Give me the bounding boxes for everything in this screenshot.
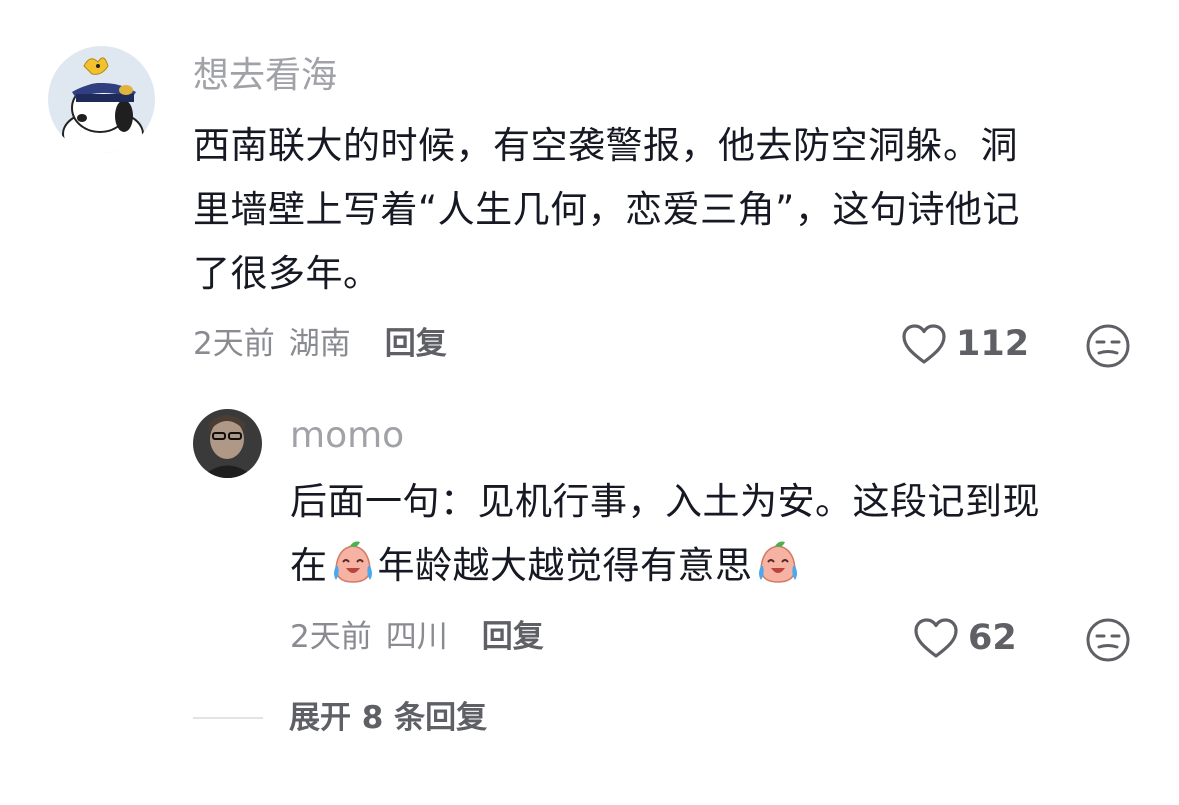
comment-like-button[interactable]: 112	[900, 322, 1029, 366]
comment-like-count: 112	[956, 324, 1030, 364]
comment-text-line: 里墙壁上写着“人生几何，恋爱三角”，这句诗他记	[193, 188, 1020, 231]
comment-dislike-button[interactable]	[1084, 322, 1132, 374]
reply-text-line: 后面一句：见机行事，入土为安。这段记到现	[290, 480, 1040, 523]
crying-laughing-peach-emoji	[333, 541, 372, 583]
heart-outline-icon	[914, 618, 958, 658]
comment-text-line: 西南联大的时候，有空袭警报，他去防空洞躲。洞	[193, 124, 1018, 167]
comment-meta: 2天前 湖南 回复	[193, 324, 447, 364]
reply-text-line: 在 年龄越大越觉得有意思	[290, 534, 1150, 598]
crying-laughing-emoji	[753, 538, 803, 588]
person-photo-avatar-image	[193, 409, 262, 478]
reply-text-segment: 年龄越大越觉得有意思	[377, 544, 753, 587]
comment-time: 2天前	[193, 326, 275, 362]
meh-face-icon	[1086, 324, 1130, 368]
expand-divider	[193, 717, 263, 719]
meh-face-icon	[1086, 618, 1130, 662]
crying-laughing-peach-emoji	[758, 541, 797, 583]
comment-username[interactable]: 想去看海	[193, 54, 337, 98]
comment-avatar[interactable]	[48, 46, 155, 153]
reply-meta: 2天前 四川 回复	[290, 617, 544, 657]
reply-reply-button[interactable]: 回复	[482, 617, 544, 657]
crying-laughing-emoji	[328, 538, 378, 588]
reply-like-count: 62	[968, 618, 1017, 658]
reply-dislike-button[interactable]	[1084, 616, 1132, 668]
comment-text: 西南联大的时候，有空袭警报，他去防空洞躲。洞 里墙壁上写着“人生几何，恋爱三角”…	[193, 114, 1143, 306]
reply-username[interactable]: momo	[290, 414, 404, 458]
reply-location: 四川	[385, 619, 448, 655]
comment-location: 湖南	[288, 326, 351, 362]
comment-reply-button[interactable]: 回复	[385, 324, 447, 364]
expand-replies-label: 展开 8 条回复	[289, 700, 488, 736]
comment-text-line: 了很多年。	[193, 252, 381, 295]
reply-like-button[interactable]: 62	[912, 616, 1017, 660]
snoopy-avatar-image	[48, 46, 155, 153]
expand-replies-button[interactable]: 展开 8 条回复	[193, 698, 487, 738]
reply-avatar[interactable]	[193, 409, 262, 478]
reply-text-segment: 在	[290, 544, 328, 587]
reply-time: 2天前	[290, 619, 372, 655]
reply-text: 后面一句：见机行事，入土为安。这段记到现 在 年龄越大越觉得有意思	[290, 470, 1150, 598]
heart-outline-icon	[902, 324, 946, 364]
